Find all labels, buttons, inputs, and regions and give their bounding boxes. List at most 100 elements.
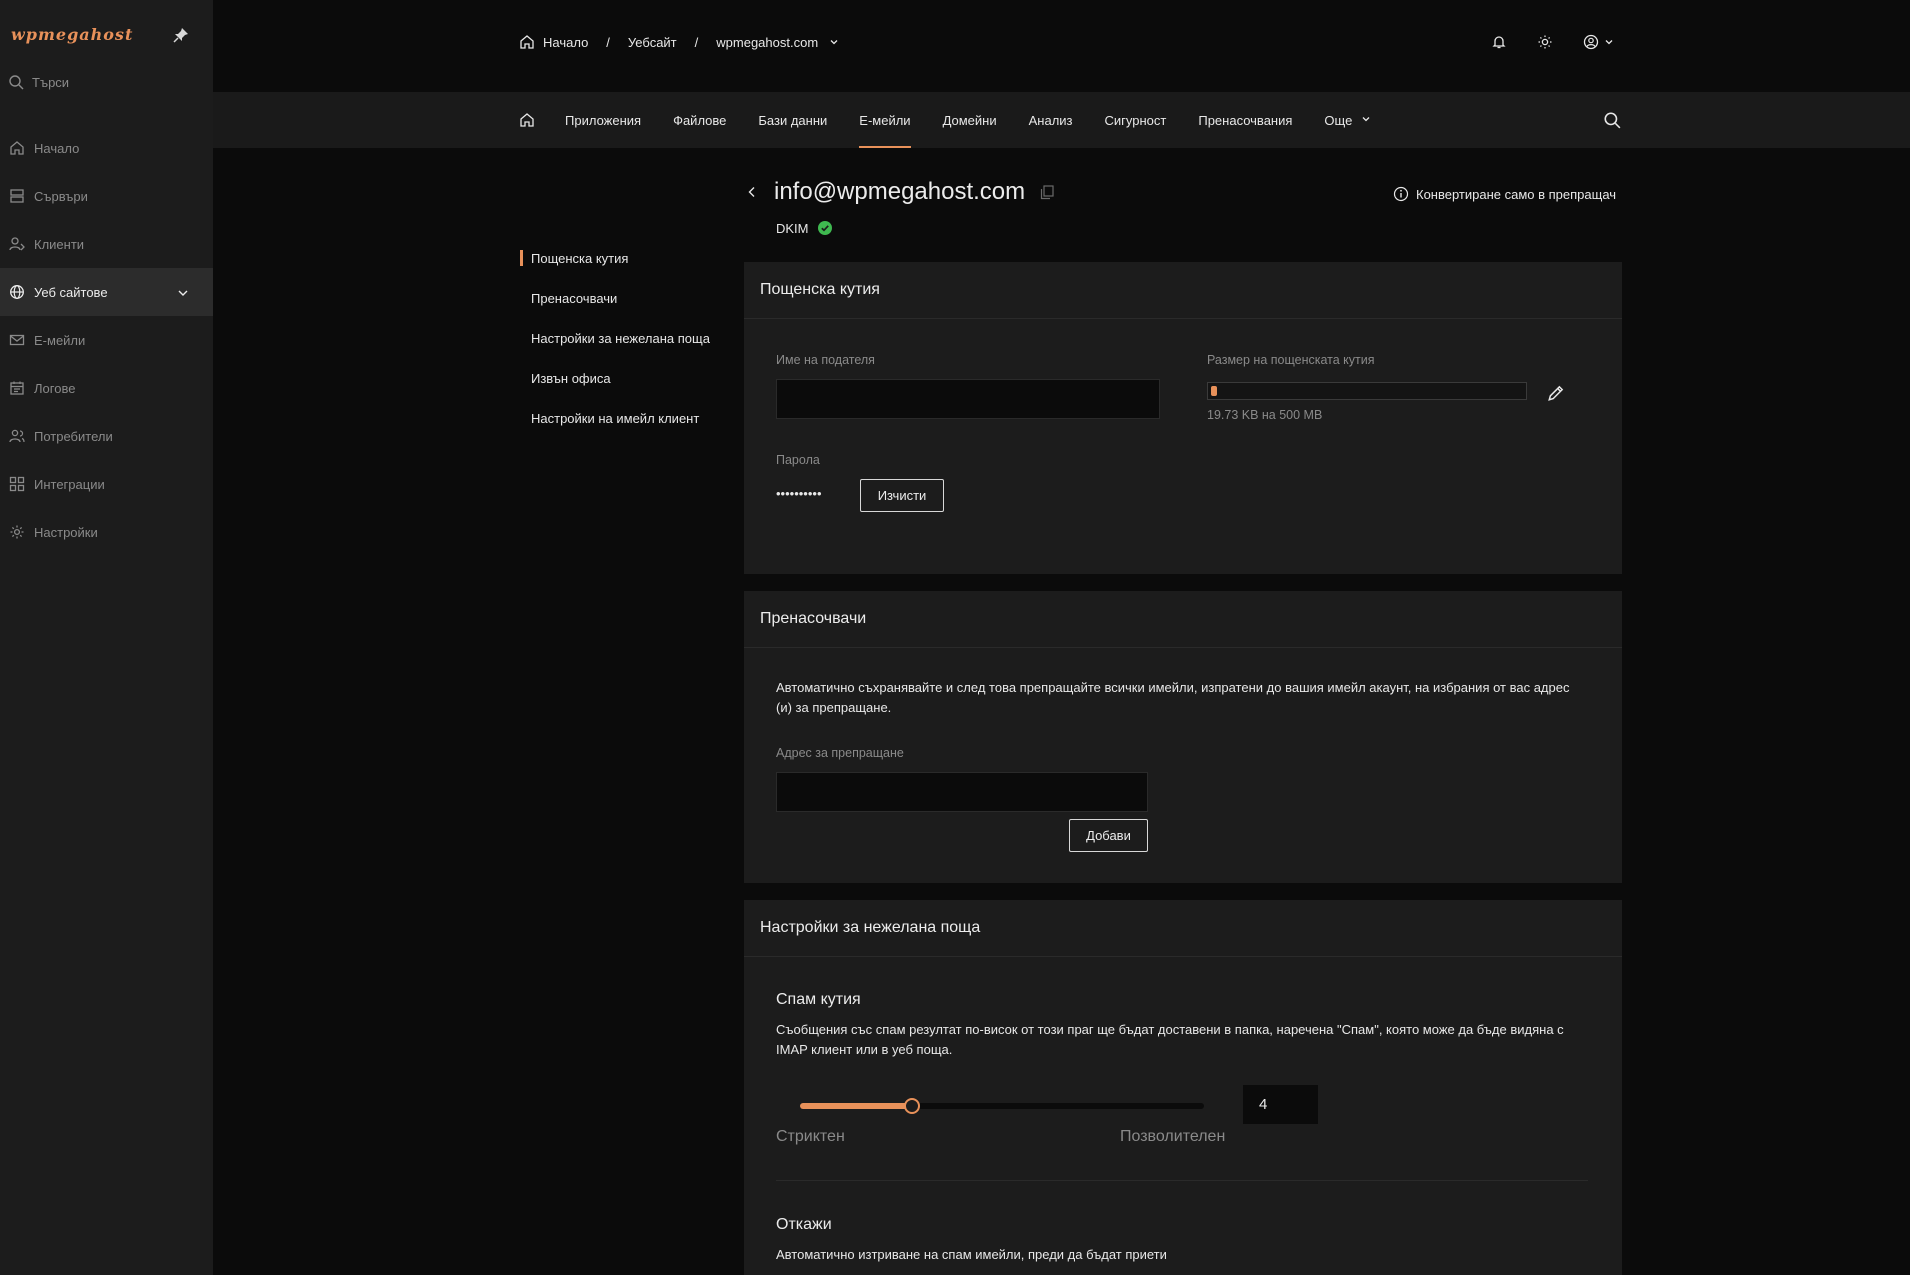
tab-analysis[interactable]: Анализ: [1029, 92, 1073, 148]
slider-max-label: Позволителен: [1120, 1128, 1226, 1145]
spam-box-description: Съобщения със спам резултат по-висок от …: [776, 1022, 1564, 1057]
logo[interactable]: wpmegahost: [11, 25, 133, 44]
globe-icon: [9, 284, 25, 300]
breadcrumb-separator: /: [694, 34, 699, 50]
info-icon: [1393, 186, 1409, 202]
users-icon: [9, 428, 25, 444]
sidebar-item-label: Потребители: [34, 428, 113, 444]
sidebar-item-label: Начало: [34, 140, 80, 156]
sidebar-search-placeholder: Търси: [32, 74, 70, 90]
edit-pencil-icon[interactable]: [1547, 384, 1565, 402]
convert-to-forwarder[interactable]: Конвертиране само в препращач: [1393, 186, 1616, 202]
section-divider: [776, 1180, 1588, 1181]
mailbox-card: Пощенска кутия Име на подателя Размер на…: [744, 262, 1622, 574]
tab-redirects[interactable]: Пренасочвания: [1198, 92, 1292, 148]
pin-icon[interactable]: [173, 27, 189, 43]
tab-domains[interactable]: Домейни: [943, 92, 997, 148]
dkim-status: DKIM: [776, 220, 833, 236]
sidebar: wpmegahost Търси Начало Сървъри Клиенти …: [0, 0, 213, 1275]
user-avatar-icon: [1583, 34, 1599, 50]
add-forwarder-button[interactable]: Добави: [1069, 819, 1148, 852]
search-icon: [8, 74, 24, 90]
chevron-down-icon[interactable]: [175, 285, 191, 301]
forward-address-input[interactable]: [776, 772, 1148, 812]
tab-files[interactable]: Файлове: [673, 92, 726, 148]
tab-emails[interactable]: Е-мейли: [859, 92, 911, 148]
mailbox-size-bar: [1207, 382, 1527, 400]
forwarders-card: Пренасочвачи Автоматично съхранявайте и …: [744, 591, 1622, 883]
user-menu[interactable]: [1583, 34, 1617, 50]
tabs: Приложения Файлове Бази данни Е-мейли До…: [519, 92, 1406, 148]
breadcrumb: Начало / Уебсайт / wpmegahost.com: [519, 34, 842, 50]
spam-box-title: Спам кутия: [776, 991, 861, 1008]
sender-name-input[interactable]: [776, 379, 1160, 419]
home-icon: [9, 140, 25, 156]
sidebar-item-label: Интеграции: [34, 476, 105, 492]
slider-min-label: Стриктен: [776, 1128, 845, 1145]
bell-icon[interactable]: [1491, 34, 1507, 50]
tab-applications[interactable]: Приложения: [565, 92, 641, 148]
subnav-spam-settings[interactable]: Настройки за нежелана поща: [520, 318, 720, 358]
home-icon: [519, 34, 535, 50]
calendar-icon: [9, 380, 25, 396]
gear-icon: [9, 524, 25, 540]
tab-bar: Приложения Файлове Бази данни Е-мейли До…: [213, 92, 1910, 148]
subnav-mailbox[interactable]: Пощенска кутия: [520, 238, 720, 278]
mailbox-size-label: Размер на пощенската кутия: [1207, 353, 1375, 367]
sidebar-item-label: Уеб сайтове: [34, 284, 108, 300]
tab-more[interactable]: Още: [1324, 92, 1374, 148]
tab-databases[interactable]: Бази данни: [758, 92, 827, 148]
breadcrumb-site-label: wpmegahost.com: [716, 34, 819, 50]
mailbox-card-title: Пощенска кутия: [744, 262, 1622, 319]
mail-icon: [9, 332, 25, 348]
sidebar-item-label: Клиенти: [34, 236, 85, 252]
spam-card-title: Настройки за нежелана поща: [744, 900, 1622, 957]
breadcrumb-home[interactable]: Начало: [519, 34, 588, 50]
copy-icon[interactable]: [1039, 184, 1055, 200]
slider-handle[interactable]: [904, 1098, 920, 1114]
sidebar-item-emails[interactable]: Е-мейли: [0, 316, 213, 364]
spam-threshold-value[interactable]: 4: [1243, 1085, 1318, 1124]
search-icon[interactable]: [1603, 111, 1621, 129]
spam-threshold-slider[interactable]: [800, 1097, 1204, 1115]
subnav-out-of-office[interactable]: Извън офиса: [520, 358, 720, 398]
sidebar-item-websites[interactable]: Уеб сайтове: [0, 268, 213, 316]
check-circle-icon: [817, 220, 833, 236]
top-bar: Начало / Уебсайт / wpmegahost.com: [213, 0, 1910, 92]
back-icon[interactable]: [744, 184, 760, 200]
subnav-email-client-settings[interactable]: Настройки на имейл клиент: [520, 398, 720, 438]
spam-settings-card: Настройки за нежелана поща Спам кутия Съ…: [744, 900, 1622, 1275]
tab-security[interactable]: Сигурност: [1105, 92, 1167, 148]
sidebar-item-clients[interactable]: Клиенти: [0, 220, 213, 268]
sidebar-item-servers[interactable]: Сървъри: [0, 172, 213, 220]
email-subnav: Пощенска кутия Пренасочвачи Настройки за…: [520, 238, 720, 438]
sidebar-item-integrations[interactable]: Интеграции: [0, 460, 213, 508]
sidebar-item-home[interactable]: Начало: [0, 124, 213, 172]
sidebar-item-logs[interactable]: Логове: [0, 364, 213, 412]
sidebar-item-label: Е-мейли: [34, 332, 86, 348]
breadcrumb-site-selector[interactable]: wpmegahost.com: [716, 34, 842, 50]
convert-label: Конвертиране само в препращач: [1416, 186, 1617, 202]
breadcrumb-website[interactable]: Уебсайт: [628, 35, 677, 50]
breadcrumb-separator: /: [606, 34, 610, 50]
clear-password-button[interactable]: Изчисти: [860, 479, 944, 512]
mailbox-size-text: 19.73 KB на 500 MB: [1207, 408, 1323, 422]
chevron-down-icon: [1601, 34, 1617, 50]
forwarders-description: Автоматично съхранявайте и след това пре…: [776, 680, 1570, 715]
integrations-icon: [9, 476, 25, 492]
forwarders-card-title: Пренасочвачи: [744, 591, 1622, 648]
tab-home[interactable]: [519, 92, 535, 148]
sidebar-item-users[interactable]: Потребители: [0, 412, 213, 460]
email-header: info@wpmegahost.com: [744, 178, 1055, 206]
sidebar-item-label: Логове: [34, 380, 76, 396]
sidebar-search[interactable]: Търси: [8, 74, 69, 90]
page-title: info@wpmegahost.com: [774, 178, 1026, 205]
top-actions: [1491, 34, 1617, 50]
sender-name-label: Име на подателя: [776, 353, 875, 367]
dkim-label: DKIM: [776, 220, 809, 236]
sidebar-item-label: Настройки: [34, 524, 98, 540]
subnav-forwarders[interactable]: Пренасочвачи: [520, 278, 720, 318]
sidebar-nav: Начало Сървъри Клиенти Уеб сайтове Е-мей…: [0, 124, 213, 556]
sidebar-item-settings[interactable]: Настройки: [0, 508, 213, 556]
sun-icon[interactable]: [1537, 34, 1553, 50]
